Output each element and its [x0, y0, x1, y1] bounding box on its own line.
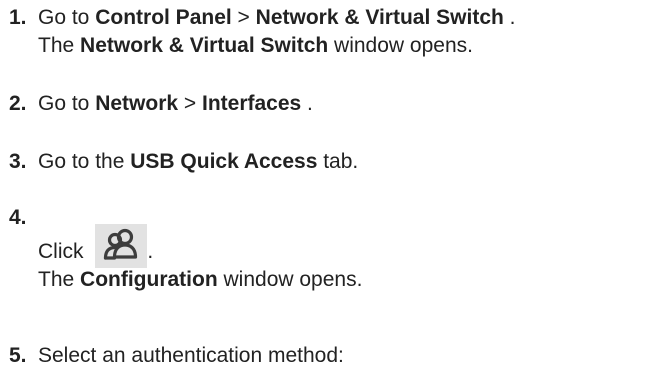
tab-name: USB Quick Access	[130, 150, 318, 173]
step-1-line-2: The Network & Virtual Switch window open…	[38, 32, 516, 60]
menu-path-interfaces: Interfaces	[202, 92, 302, 115]
separator: >	[231, 6, 256, 29]
text: The	[38, 34, 81, 57]
window-name: Configuration	[80, 268, 218, 291]
menu-path-network: Network	[95, 92, 179, 115]
text: Go to the	[38, 150, 131, 173]
text: .	[147, 240, 154, 263]
step-5-line-1: Select an authentication method:	[38, 344, 344, 367]
step-4: 4. Click . The Configuration window open…	[9, 204, 362, 294]
step-2: 2. Go to Network > Interfaces .	[9, 90, 313, 118]
step-3-line-1: Go to the USB Quick Access tab.	[38, 148, 358, 176]
step-4-line-2: The Configuration window opens.	[38, 266, 362, 294]
window-name: Network & Virtual Switch	[80, 34, 329, 57]
text: Go to	[38, 92, 96, 115]
text: Go to	[38, 6, 96, 29]
step-number: 3.	[9, 150, 27, 173]
text: .	[301, 92, 313, 115]
text: window opens.	[217, 268, 363, 291]
step-number: 5.	[9, 344, 27, 367]
step-3: 3. Go to the USB Quick Access tab.	[9, 148, 358, 176]
step-number: 2.	[9, 92, 27, 115]
step-number: 4.	[9, 206, 27, 229]
text: Click	[38, 240, 90, 263]
menu-path-control-panel: Control Panel	[95, 6, 232, 29]
menu-path-network-virtual-switch: Network & Virtual Switch	[255, 6, 504, 29]
text: The	[38, 268, 81, 291]
step-5: 5. Select an authentication method:	[9, 342, 344, 370]
step-number: 1.	[9, 6, 27, 29]
step-4-line-1: Click .	[38, 222, 362, 268]
separator: >	[178, 92, 202, 115]
step-2-line-1: Go to Network > Interfaces .	[38, 90, 313, 118]
text: .	[503, 6, 516, 29]
users-icon	[95, 224, 148, 268]
text: tab.	[317, 150, 359, 173]
text: window opens.	[328, 34, 473, 57]
step-1: 1. Go to Control Panel > Network & Virtu…	[9, 4, 516, 60]
step-1-line-1: Go to Control Panel > Network & Virtual …	[38, 4, 516, 32]
